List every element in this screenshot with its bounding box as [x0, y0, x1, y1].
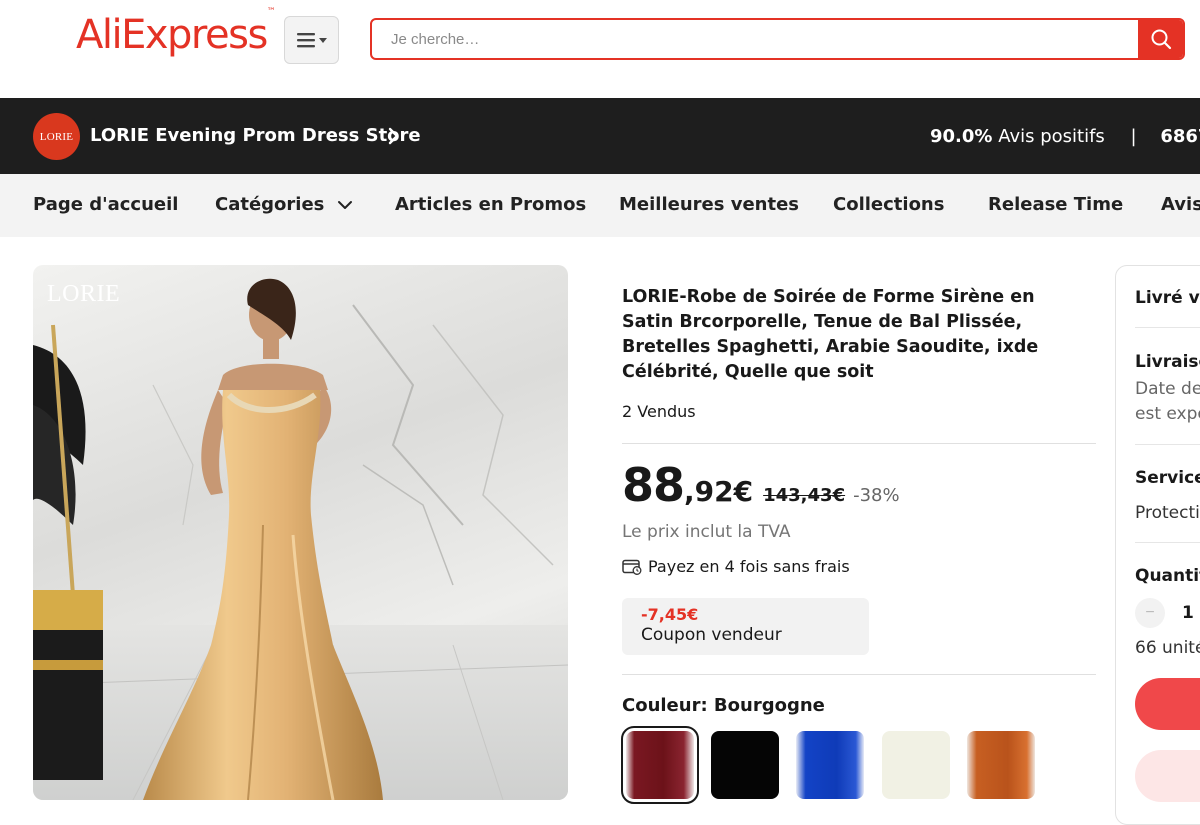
hamburger-menu-icon [296, 33, 327, 48]
search-bar [370, 18, 1185, 60]
nav-home[interactable]: Page d'accueil [33, 194, 178, 215]
nav-promos[interactable]: Articles en Promos [395, 194, 586, 215]
product-title: LORIE-Robe de Soirée de Forme Sirène en … [622, 287, 1039, 382]
color-swatch-bleu[interactable] [796, 731, 864, 799]
nav-collections[interactable]: Collections [833, 194, 944, 215]
store-logo[interactable]: LORIE [33, 113, 80, 160]
divider [622, 674, 1096, 675]
top-header: AliExpress™ [0, 0, 1200, 98]
color-swatch-noir[interactable] [711, 731, 779, 799]
store-bar: LORIE LORIE Evening Prom Dress Store 90.… [0, 98, 1200, 174]
followers-value: 6867 [1160, 126, 1200, 147]
store-rating: 90.0% Avis positifs | 6867 Ab [930, 126, 1200, 147]
delivery-title: Livraiso [1135, 352, 1200, 372]
swatch-fill [796, 731, 864, 799]
add-to-cart-button[interactable] [1135, 750, 1200, 802]
positive-reviews-label: Avis positifs [998, 126, 1105, 147]
categories-menu-button[interactable] [284, 16, 339, 64]
nav-reviews[interactable]: Avis [1161, 194, 1200, 215]
price-block: 88,92€ 143,43€ -38% [622, 458, 900, 512]
nav-best-sellers[interactable]: Meilleures ventes [619, 194, 799, 215]
aliexpress-logo[interactable]: AliExpress™ [76, 7, 276, 58]
service-title: Service [1135, 468, 1200, 488]
quantity-title: Quantit [1135, 566, 1200, 586]
price-integer: 88 [622, 458, 685, 512]
sold-count: 2 Vendus [622, 402, 696, 421]
swatch-fill [711, 731, 779, 799]
nav-release-time[interactable]: Release Time [988, 194, 1123, 215]
logo-trademark: ™ [266, 6, 276, 17]
product-main-image[interactable]: LORIE [33, 265, 568, 800]
chevron-right-icon[interactable] [388, 126, 400, 146]
nav-categories-label: Catégories [215, 194, 325, 215]
divider [1135, 327, 1200, 328]
store-nav: Page d'accueil Catégories Articles en Pr… [0, 174, 1200, 237]
image-watermark-logo: LORIE [47, 281, 121, 307]
color-swatch-orange[interactable] [967, 731, 1035, 799]
seller-coupon[interactable]: -7,45€ Coupon vendeur [622, 598, 869, 655]
service-protection[interactable]: Protecti [1135, 503, 1200, 523]
discount-percent: -38% [853, 485, 900, 506]
color-label: Couleur: Bourgogne [622, 695, 825, 716]
delivery-date-line2: est expé [1135, 404, 1200, 424]
vat-note: Le prix inclut la TVA [622, 522, 791, 542]
color-swatch-ivoire[interactable] [882, 731, 950, 799]
swatch-fill [967, 731, 1035, 799]
store-name-link[interactable]: LORIE Evening Prom Dress Store [90, 125, 421, 146]
dress-photo [33, 278, 568, 800]
search-button[interactable] [1138, 20, 1183, 58]
search-input[interactable] [372, 20, 1140, 58]
delivered-by-label: Livré ve [1135, 288, 1200, 308]
divider [1135, 542, 1200, 543]
card-payment-icon [622, 559, 642, 575]
buy-now-button[interactable] [1135, 678, 1200, 730]
price-decimal: ,92€ [684, 475, 754, 508]
coupon-label: Coupon vendeur [641, 625, 782, 645]
color-swatch-bourgogne[interactable] [621, 726, 699, 804]
chevron-down-icon [337, 201, 352, 209]
search-icon [1151, 29, 1171, 50]
positive-reviews-value: 90.0% [930, 126, 993, 147]
buy-panel: Livré ve Livraiso Date de est expé Servi… [1115, 265, 1200, 825]
installments-info[interactable]: Payez en 4 fois sans frais [622, 557, 850, 576]
divider [1135, 444, 1200, 445]
swatch-fill [626, 731, 694, 799]
units-available: 66 unités [1135, 638, 1200, 658]
swatch-fill [882, 731, 950, 799]
coupon-amount: -7,45€ [641, 605, 699, 624]
nav-categories[interactable]: Catégories [215, 194, 353, 215]
original-price: 143,43€ [763, 485, 846, 506]
logo-text: AliExpress [76, 12, 268, 58]
quantity-value[interactable]: 1 [1182, 603, 1194, 623]
delivery-date-line1: Date de [1135, 379, 1200, 399]
rating-separator: | [1130, 126, 1137, 147]
quantity-decrease-button[interactable]: − [1135, 598, 1165, 628]
divider [622, 443, 1096, 444]
installments-text: Payez en 4 fois sans frais [648, 557, 850, 576]
